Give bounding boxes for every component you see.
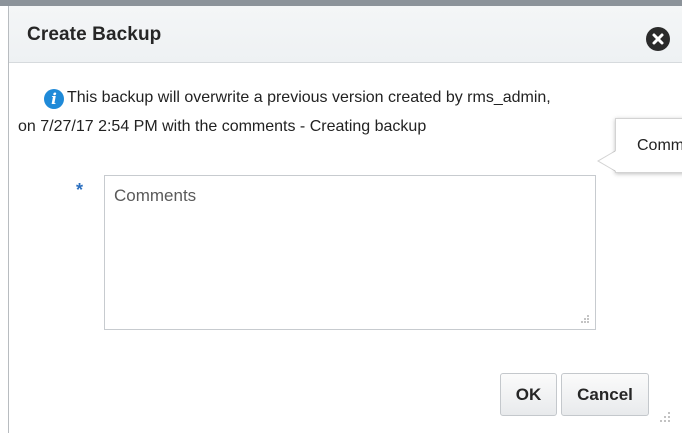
close-icon[interactable] <box>646 27 670 51</box>
info-message-text-1: This backup will overwrite a previous ve… <box>67 89 551 106</box>
info-message-line-1: i This backup will overwrite a previous v… <box>44 88 682 109</box>
info-icon: i <box>44 89 64 109</box>
dialog-resize-grip-icon[interactable] <box>657 410 671 424</box>
resize-grip-icon[interactable] <box>580 314 590 324</box>
ok-button[interactable]: OK <box>500 373 557 416</box>
comments-textarea[interactable] <box>104 175 596 330</box>
info-message-line-2: on 7/27/17 2:54 PM with the comments - C… <box>18 118 427 135</box>
comments-tooltip: Comments <box>615 118 682 173</box>
create-backup-dialog: Create Backup i This backup will overwrit… <box>0 0 682 433</box>
required-marker: * <box>76 180 84 200</box>
tooltip-arrow-fill <box>599 151 616 171</box>
dialog-title: Create Backup <box>27 24 162 45</box>
dialog-header: Create Backup <box>9 6 682 63</box>
dialog-left-border <box>8 6 9 433</box>
cancel-button[interactable]: Cancel <box>561 373 649 416</box>
